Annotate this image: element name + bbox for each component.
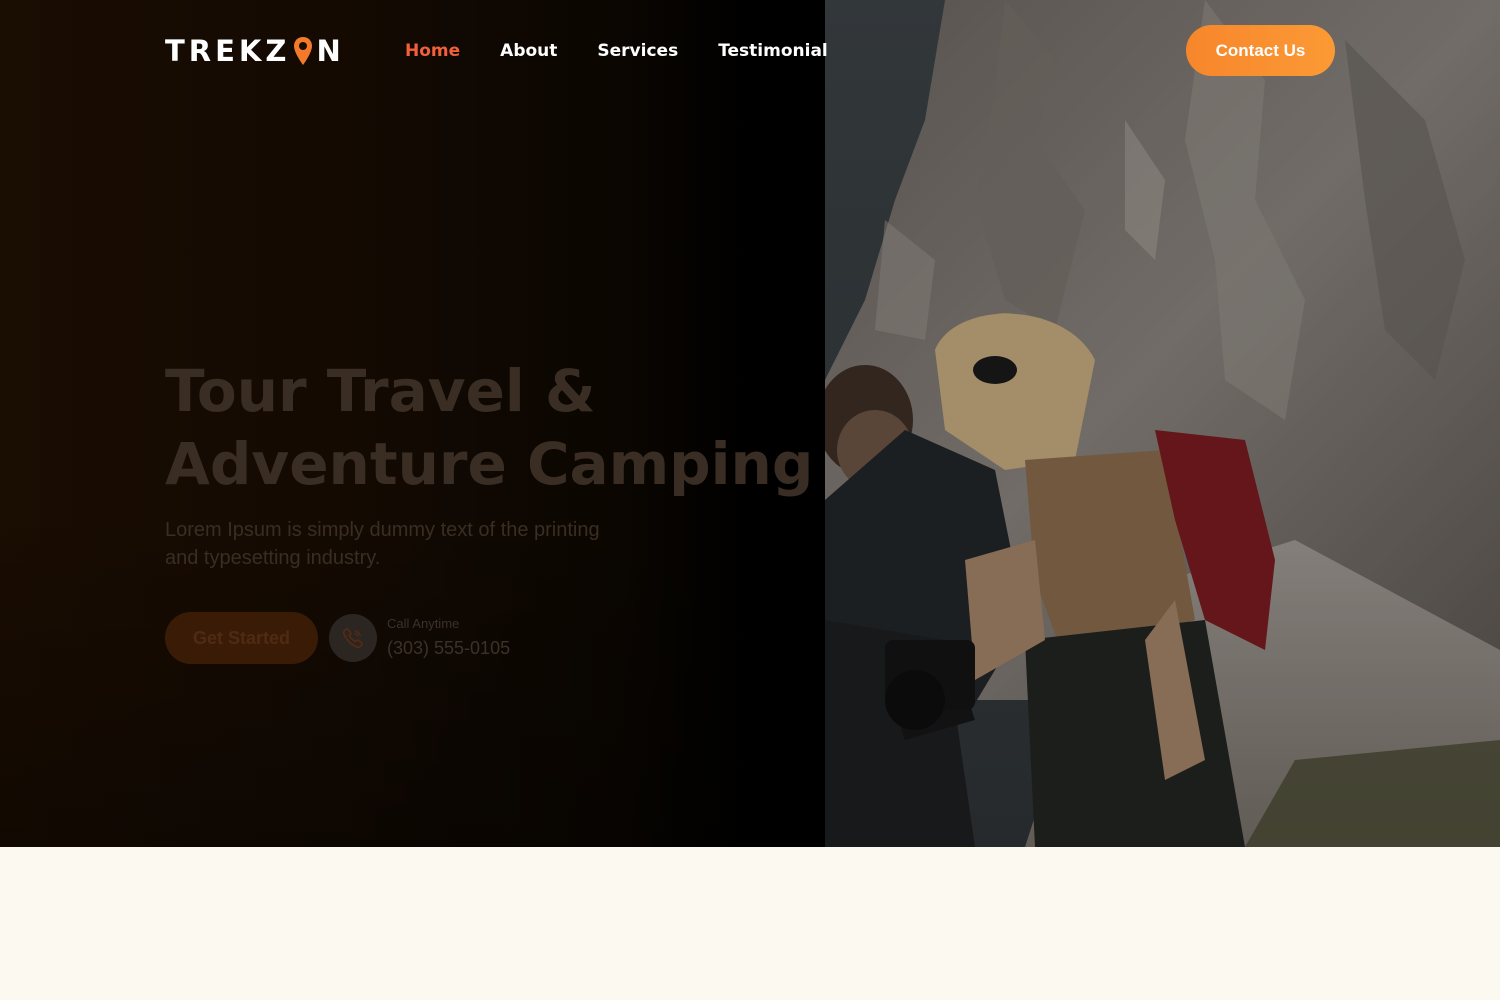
phone-icon: [342, 628, 363, 649]
logo-text-right: N: [316, 34, 345, 68]
logo-text-left: TREKZ: [165, 34, 291, 68]
call-phone-number[interactable]: (303) 555-0105: [387, 638, 510, 659]
call-anytime-label: Call Anytime: [387, 616, 460, 631]
hero-title-line-1: Tour Travel &: [165, 357, 596, 425]
nav-item-about[interactable]: About: [500, 38, 557, 64]
hero-title: Tour Travel & Adventure Camping: [165, 355, 814, 501]
nav-item-home[interactable]: Home: [405, 38, 460, 64]
hero-section: TREKZ N Home About Services Testimonial …: [0, 0, 1500, 847]
nav-item-services[interactable]: Services: [597, 38, 678, 64]
call-button[interactable]: [329, 614, 377, 662]
main-nav: Home About Services Testimonial: [405, 38, 868, 64]
hero-image: [825, 0, 1500, 847]
contact-us-button[interactable]: Contact Us: [1186, 25, 1335, 76]
hero-subtitle: Lorem Ipsum is simply dummy text of the …: [165, 519, 600, 569]
get-started-button[interactable]: Get Started: [165, 612, 318, 664]
hero-title-line-2: Adventure Camping: [165, 430, 814, 498]
nav-item-testimonial[interactable]: Testimonial: [718, 38, 828, 64]
location-pin-icon: [294, 37, 313, 65]
logo[interactable]: TREKZ N: [165, 34, 345, 68]
